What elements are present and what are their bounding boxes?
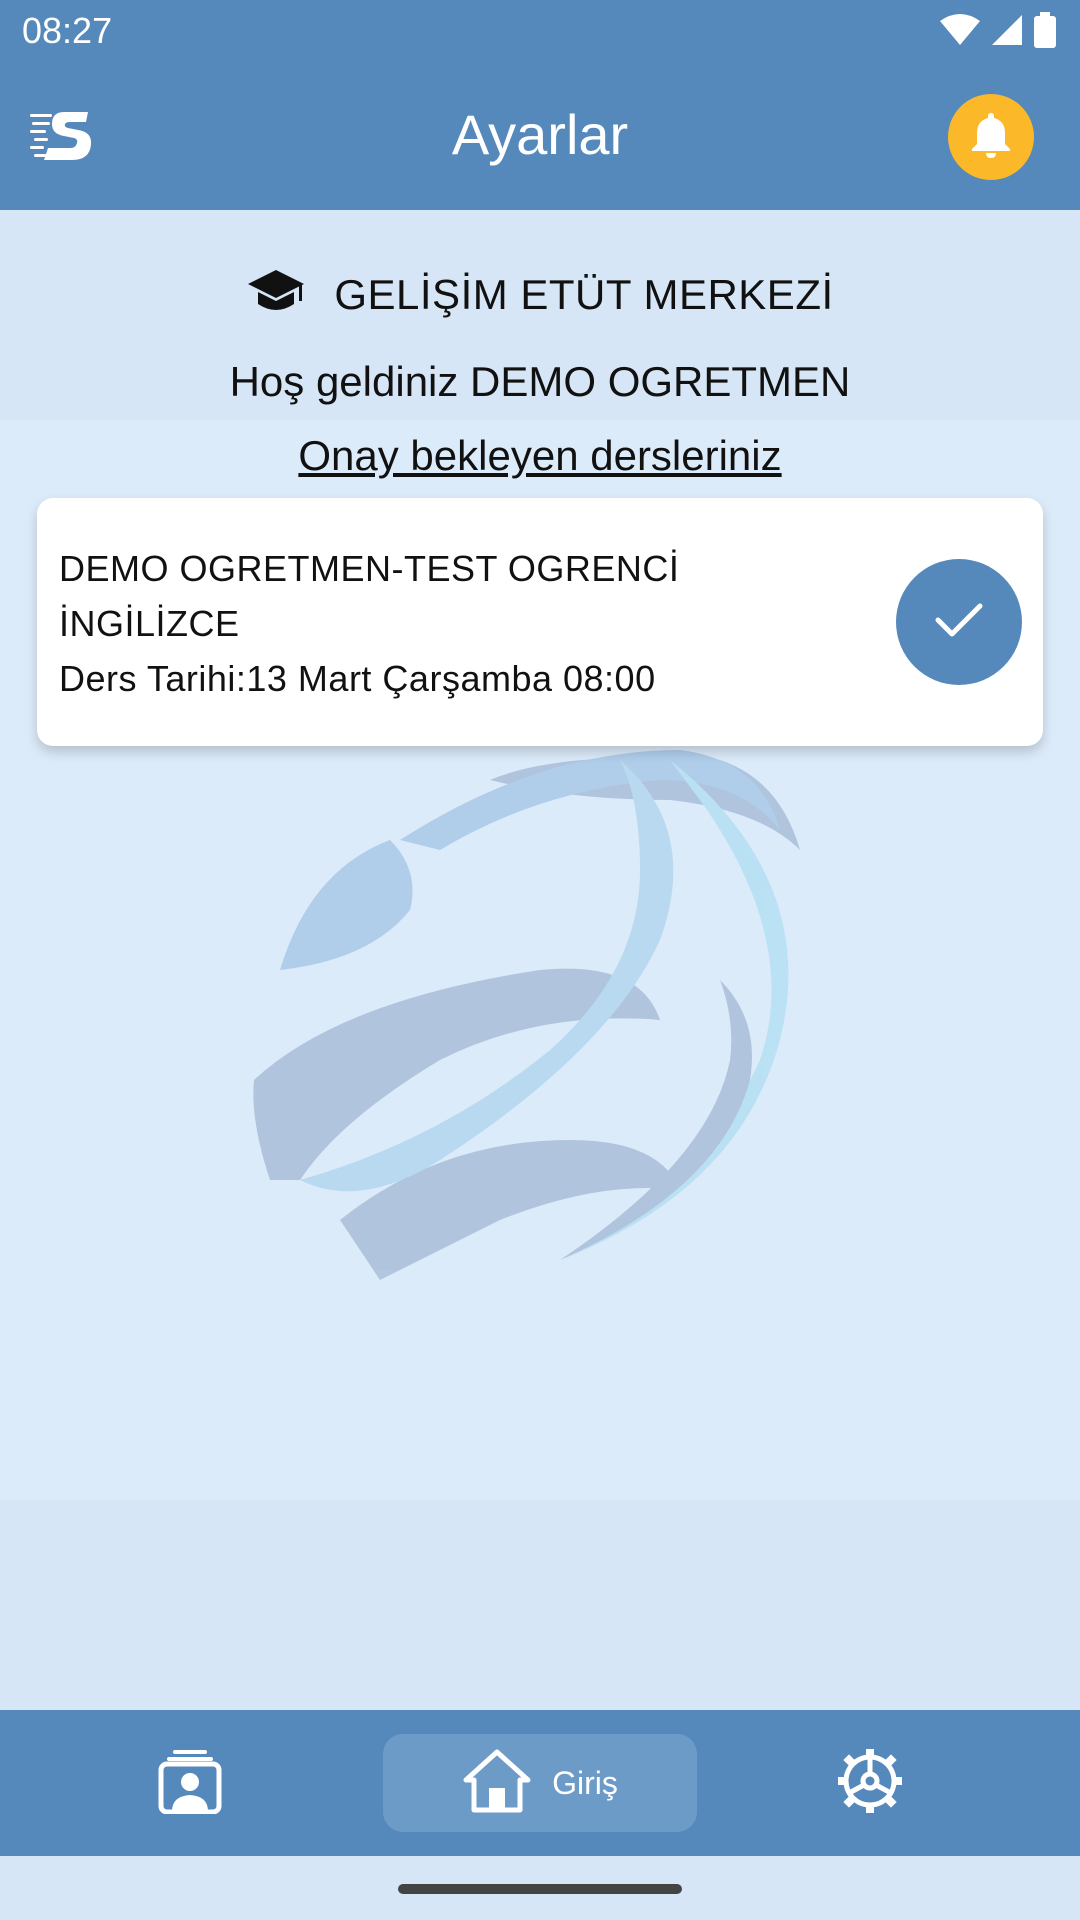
status-bar: 08:27 [0, 0, 1080, 62]
lesson-subject: İNGİLİZCE [59, 603, 240, 644]
pending-lessons-link[interactable]: Onay bekleyen dersleriniz [0, 432, 1080, 480]
gesture-area [0, 1856, 1080, 1920]
bottom-nav: Giriş [0, 1710, 1080, 1856]
lesson-participants: DEMO OGRETMEN-TEST OGRENCİ [59, 548, 680, 589]
globe-icon [240, 720, 840, 1280]
page-title: Ayarlar [451, 103, 629, 166]
wifi-icon [940, 13, 980, 51]
cellular-signal-icon [990, 13, 1024, 52]
welcome-text: Hoş geldiniz DEMO OGRETMEN [229, 358, 851, 405]
check-icon [934, 600, 984, 645]
home-icon [462, 1748, 532, 1819]
battery-icon [1034, 11, 1056, 53]
institution-name: GELİŞİM ETÜT MERKEZİ [334, 270, 834, 318]
notification-button[interactable] [948, 94, 1034, 180]
nav-home-label: Giriş [552, 1764, 618, 1801]
status-icons [940, 11, 1056, 53]
status-time: 08:27 [22, 10, 113, 51]
nav-settings[interactable] [820, 1734, 920, 1832]
nav-profile[interactable] [140, 1734, 240, 1832]
main-content: Onay bekleyen dersleriniz DEMO OGRETMEN-… [0, 420, 1080, 1500]
app-bar: Ayarlar [0, 62, 1080, 210]
settings-icon [836, 1747, 904, 1820]
lesson-card: DEMO OGRETMEN-TEST OGRENCİ İNGİLİZCE Der… [37, 498, 1043, 746]
nav-home[interactable]: Giriş [383, 1734, 697, 1832]
lesson-date: Ders Tarihi:13 Mart Çarşamba 08:00 [59, 658, 656, 699]
bell-icon [969, 111, 1013, 164]
gesture-handle[interactable] [398, 1884, 682, 1894]
graduation-cap-icon [246, 268, 306, 321]
header: GELİŞİM ETÜT MERKEZİ Hoş geldiniz DEMO O… [0, 210, 1080, 420]
institution: GELİŞİM ETÜT MERKEZİ [0, 268, 1080, 321]
profile-icon [157, 1748, 223, 1819]
approve-lesson-button[interactable] [896, 559, 1022, 685]
